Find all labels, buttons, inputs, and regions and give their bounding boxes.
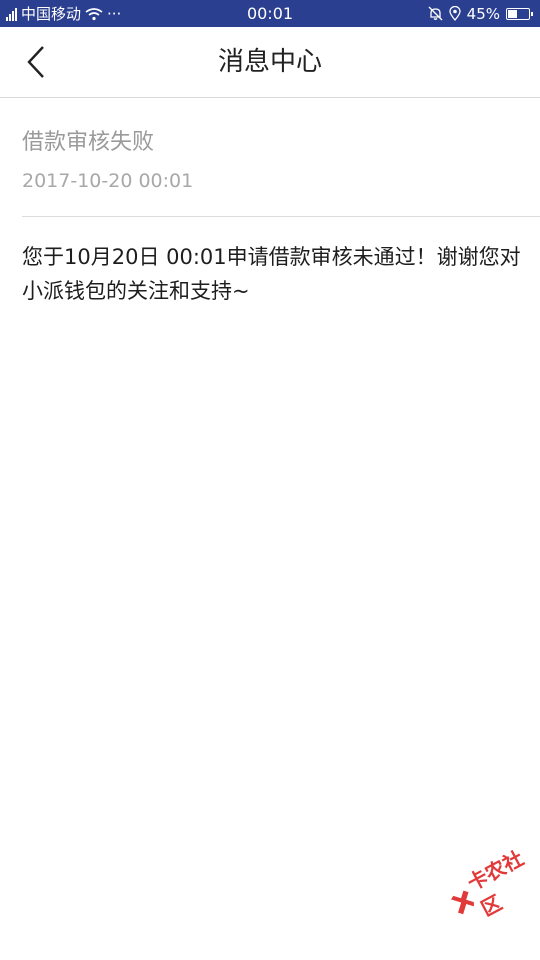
message-body: 您于10月20日 00:01申请借款审核未通过！谢谢您对小派钱包的关注和支持~ xyxy=(22,245,521,303)
battery-fill xyxy=(508,9,517,18)
header: 消息中心 xyxy=(0,27,540,98)
status-bar: 中国移动 ··· 00:01 45% xyxy=(0,0,540,27)
message-header: 借款审核失败 2017-10-20 00:01 xyxy=(22,98,540,217)
more-indicator: ··· xyxy=(107,4,122,23)
status-right: 45% xyxy=(428,0,533,27)
battery-percent: 45% xyxy=(466,4,500,23)
chevron-left-icon xyxy=(27,46,44,78)
watermark: 卡农社区 xyxy=(438,835,540,934)
message-title: 借款审核失败 xyxy=(22,130,155,155)
signal-icon xyxy=(6,7,17,21)
page-title: 消息中心 xyxy=(217,47,322,77)
battery-icon xyxy=(506,7,533,20)
message-time: 2017-10-20 00:01 xyxy=(22,170,194,192)
wifi-icon xyxy=(85,7,103,20)
status-left: 中国移动 ··· xyxy=(6,0,121,27)
location-icon xyxy=(449,6,461,21)
back-button[interactable] xyxy=(14,39,58,85)
mute-bell-icon xyxy=(428,6,443,21)
carrier-name: 中国移动 xyxy=(21,5,82,23)
